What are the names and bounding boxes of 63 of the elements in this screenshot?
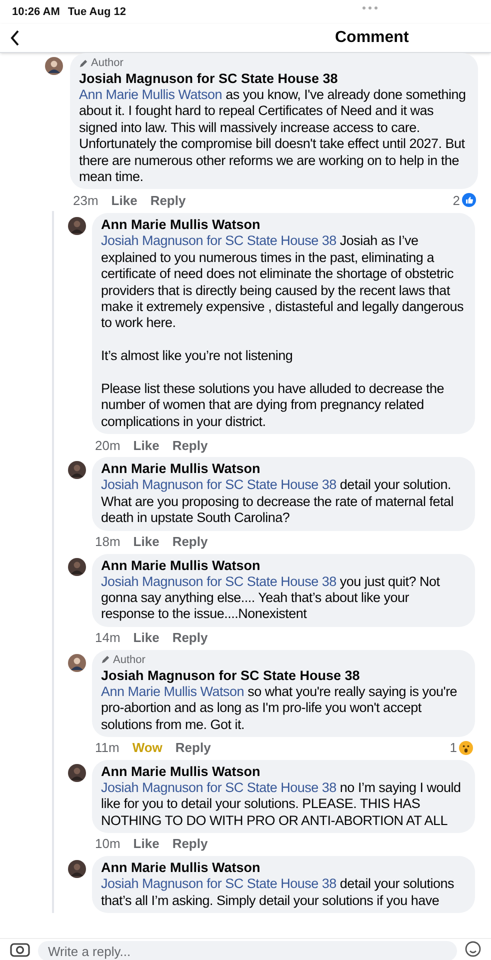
reply-button[interactable]: Reply xyxy=(172,532,208,552)
emoji-icon[interactable] xyxy=(465,941,481,957)
avatar-icon xyxy=(68,217,86,236)
avatar-icon xyxy=(68,654,86,672)
comment-text: Josiah Magnuson for SC State House 38 detail your solution. What are you proposing to decrease the rate of maternal fetal death in upstate South Carolina? xyxy=(101,477,454,526)
reply-button[interactable]: Reply xyxy=(175,738,211,758)
mention-link[interactable]: Josiah Magnuson for SC State House 38 xyxy=(101,780,336,795)
like-button[interactable]: Like xyxy=(133,532,160,552)
wow-reaction-icon xyxy=(459,740,473,755)
comment-text: Ann Marie Mullis Watson so what you're really saying is you're pro-abortion and as long as I'm pro-life you won't accept solutions from me. Got it. xyxy=(101,684,458,733)
pencil-icon xyxy=(101,655,110,664)
author-label: Author xyxy=(113,652,146,667)
avatar-icon xyxy=(68,558,86,576)
comment-text: Josiah Magnuson for SC State House 38 you just quit? Not gonna say anything else.... Yeah that’s about like your response to the issue....Nonexistent xyxy=(101,574,441,623)
header-title: Comment xyxy=(335,28,409,48)
reply-button[interactable]: Reply xyxy=(150,190,186,210)
avatar-icon xyxy=(68,461,86,480)
more-dots-icon xyxy=(362,6,378,10)
mention-link[interactable]: Ann Marie Mullis Watson xyxy=(101,684,244,699)
commenter-name[interactable]: Ann Marie Mullis Watson xyxy=(101,556,260,574)
mention-link[interactable]: Josiah Magnuson for SC State House 38 xyxy=(101,233,336,248)
status-time: 10:26 AM xyxy=(12,4,60,20)
commenter-name[interactable]: Ann Marie Mullis Watson xyxy=(101,762,260,780)
like-button[interactable]: Like xyxy=(133,628,160,648)
reply-button[interactable]: Reply xyxy=(172,436,208,456)
comment-time: 18m xyxy=(95,532,120,551)
comment-text: Josiah Magnuson for SC State House 38 Josiah as I’ve explained to you numerous times in the past, eliminating a certificate of need does not eliminate the shortage of obstetric providers that is directly being caused by the recent laws that make it extremely expensive , distasteful and legally dangerous to work here. xyxy=(101,233,464,332)
like-button[interactable]: Like xyxy=(133,436,160,456)
pencil-icon xyxy=(79,58,88,68)
comment-text: Josiah Magnuson for SC State House 38 detail your solutions that’s all I’m asking. Simply detail your solutions if you have xyxy=(101,876,455,909)
comment-time: 11m xyxy=(95,739,120,758)
avatar-icon xyxy=(68,860,86,878)
commenter-name[interactable]: Josiah Magnuson for SC State House 38 xyxy=(101,666,360,684)
comment-text: It’s almost like you’re not listening xyxy=(101,348,294,365)
reply-button[interactable]: Reply xyxy=(172,628,208,648)
reaction-count: 1 xyxy=(450,739,457,758)
commenter-name[interactable]: Ann Marie Mullis Watson xyxy=(101,859,260,876)
mention-link[interactable]: Ann Marie Mullis Watson xyxy=(79,87,222,102)
camera-icon[interactable] xyxy=(10,941,30,957)
mention-link[interactable]: Josiah Magnuson for SC State House 38 xyxy=(101,876,336,892)
commenter-name[interactable]: Ann Marie Mullis Watson xyxy=(101,216,260,234)
reaction-count: 2 xyxy=(452,192,460,210)
mention-link[interactable]: Josiah Magnuson for SC State House 38 xyxy=(101,477,336,492)
avatar-icon xyxy=(45,57,63,75)
comment-text: Josiah Magnuson for SC State House 38 no I’m saying I would like for you to detail your solutions. PLEASE. THIS HAS NOTHING TO DO WITH PRO OR ANTI-ABORTION AT ALL xyxy=(101,780,462,830)
like-button[interactable]: Like xyxy=(111,190,138,210)
mention-link[interactable]: Josiah Magnuson for SC State House 38 xyxy=(101,574,336,588)
comment-text: Please list these solutions you have alluded to decrease the number of women that are dying from pregnancy related complications in your district. xyxy=(101,381,445,430)
comment-time: 23m xyxy=(73,192,98,210)
commenter-name[interactable]: Josiah Magnuson for SC State House 38 xyxy=(79,70,338,87)
like-button[interactable]: Like xyxy=(133,834,160,854)
commenter-name[interactable]: Ann Marie Mullis Watson xyxy=(101,460,260,478)
comment-time: 20m xyxy=(95,436,120,455)
like-reaction-icon xyxy=(462,193,476,208)
reply-field[interactable]: Write a reply... xyxy=(38,941,457,960)
reply-button[interactable]: Reply xyxy=(172,834,208,854)
status-date: Tue Aug 12 xyxy=(68,4,126,20)
author-label: Author xyxy=(91,56,124,70)
comment-time: 14m xyxy=(95,628,120,647)
back-icon xyxy=(10,30,20,46)
comment-time: 10m xyxy=(95,835,120,854)
avatar-icon xyxy=(68,764,86,782)
comment-text: Ann Marie Mullis Watson as you know, I've already done something about it. I fought hard to repeal Certificates of Need and it was signed into law. This will massively increase access to care. Unfortunately the compromise bill doesn't take effect until 2027. But there are numerous other reforms we are working on to help in the mean time. xyxy=(79,87,467,186)
